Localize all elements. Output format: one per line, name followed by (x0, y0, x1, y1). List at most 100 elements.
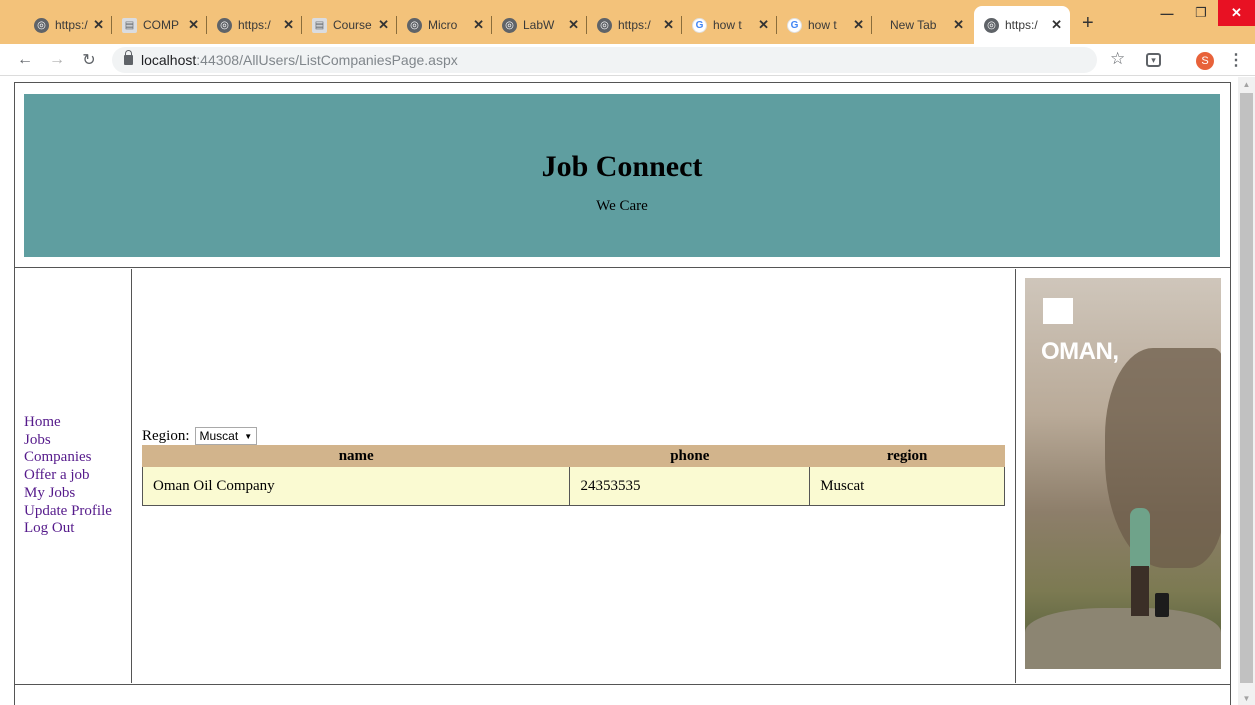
scroll-up-icon[interactable]: ▲ (1238, 77, 1255, 91)
profile-avatar[interactable]: S (1196, 52, 1214, 70)
region-label: Region: (142, 427, 190, 444)
window-close-icon[interactable]: ✕ (1218, 0, 1255, 26)
tab-label: https:/ (1005, 18, 1038, 32)
traveler-figure (1130, 508, 1150, 568)
globe-icon: ◎ (34, 17, 49, 33)
column-header-phone: phone (569, 445, 811, 467)
close-icon[interactable]: ✕ (568, 17, 579, 33)
browser-tab[interactable]: ◎ LabW ✕ (492, 6, 587, 44)
address-bar[interactable]: localhost:44308/AllUsers/ListCompaniesPa… (112, 47, 1097, 73)
nav-link-my-jobs[interactable]: My Jobs (24, 485, 112, 503)
browser-tab[interactable]: ◎ https:/ ✕ (207, 6, 302, 44)
tab-label: https:/ (55, 18, 88, 32)
scroll-thumb[interactable] (1240, 93, 1253, 683)
back-arrow-icon[interactable]: ← (14, 49, 36, 71)
column-header-region: region (809, 445, 1005, 467)
close-icon[interactable]: ✕ (758, 17, 769, 33)
browser-tab[interactable]: ◎ https:/ ✕ (587, 6, 682, 44)
close-icon[interactable]: ✕ (378, 17, 389, 33)
nav-link-update-profile[interactable]: Update Profile (24, 503, 112, 521)
forward-arrow-icon[interactable]: → (46, 49, 68, 71)
omantel-ad-image: OMAN, (1025, 278, 1221, 669)
close-icon[interactable]: ✕ (283, 17, 294, 33)
column-header-name: name (141, 445, 571, 467)
table-row: Oman Oil Company 24353535 Muscat (141, 466, 1005, 506)
web-page: Job Connect We Care Home Jobs Companies … (0, 77, 1238, 705)
globe-icon: ◎ (502, 17, 517, 33)
region-selected-value: Muscat (199, 429, 239, 443)
browser-tab-strip: ◎ https:/ ✕ ▤ COMP ✕ ◎ https:/ ✕ ▤ Cours… (0, 0, 1255, 44)
url-host: localhost (141, 52, 197, 68)
ad-headline: OMAN, (1041, 338, 1119, 365)
site-tagline: We Care (596, 198, 648, 214)
table-header-row: name phone region (141, 445, 1005, 467)
browser-tab[interactable]: ▤ COMP ✕ (112, 6, 207, 44)
globe-icon: ◎ (407, 17, 422, 33)
new-tab-icon[interactable]: + (1082, 12, 1094, 35)
close-icon[interactable]: ✕ (853, 17, 864, 33)
tab-label: how t (713, 18, 742, 32)
tab-label: how t (808, 18, 837, 32)
browser-tab[interactable]: G how t ✕ (777, 6, 872, 44)
main-content: Region: Muscat ▼ name phone region Oman … (133, 269, 1016, 683)
url-path: :44308/AllUsers/ListCompaniesPage.aspx (196, 52, 458, 68)
nav-cell: Home Jobs Companies Offer a job My Jobs … (15, 269, 132, 683)
restore-icon[interactable]: ❐ (1184, 0, 1218, 26)
cell-region: Muscat (809, 466, 1005, 506)
header-banner: Job Connect We Care (24, 94, 1220, 257)
nav-menu: Home Jobs Companies Offer a job My Jobs … (15, 414, 112, 539)
google-icon: G (787, 17, 802, 33)
tab-label: https:/ (618, 18, 651, 32)
header-cell: Job Connect We Care (15, 83, 1230, 268)
minimize-icon[interactable]: — (1150, 0, 1184, 26)
browser-tab[interactable]: ◎ Micro ✕ (397, 6, 492, 44)
pocket-icon[interactable]: ▾ (1146, 53, 1161, 67)
lock-icon (124, 50, 133, 65)
suitcase-icon (1155, 593, 1169, 617)
bookmark-star-icon[interactable]: ☆ (1110, 49, 1125, 69)
close-icon[interactable]: ✕ (473, 17, 484, 33)
tab-label: COMP (143, 18, 179, 32)
page-scrollbar[interactable]: ▲ ▼ (1238, 77, 1255, 705)
omantel-logo (1043, 298, 1073, 324)
region-dropdown[interactable]: Muscat ▼ (194, 427, 258, 445)
browser-tab[interactable]: New Tab ✕ (872, 6, 972, 44)
globe-icon: ◎ (597, 17, 612, 33)
nav-link-offer-a-job[interactable]: Offer a job (24, 467, 112, 485)
tab-label: Course (333, 18, 372, 32)
document-icon: ▤ (312, 17, 327, 33)
globe-icon: ◎ (217, 17, 232, 33)
close-icon[interactable]: ✕ (93, 17, 104, 33)
cell-company-name: Oman Oil Company (141, 466, 571, 506)
close-icon[interactable]: ✕ (1051, 17, 1062, 33)
menu-kebab-icon[interactable]: ⋮ (1228, 50, 1244, 70)
browser-tab[interactable]: ▤ Course ✕ (302, 6, 397, 44)
browser-tab[interactable]: ◎ https:/ ✕ (24, 6, 112, 44)
browser-toolbar: ← → ↻ localhost:44308/AllUsers/ListCompa… (0, 44, 1255, 76)
globe-icon: ◎ (984, 17, 999, 33)
chevron-down-icon: ▼ (244, 431, 253, 441)
tab-label: New Tab (890, 18, 937, 32)
ad-cell: OMAN, (1017, 269, 1230, 683)
browser-tab-active[interactable]: ◎ https:/ ✕ (974, 6, 1070, 44)
tab-label: Micro (428, 18, 458, 32)
tab-label: LabW (523, 18, 555, 32)
companies-table: name phone region Oman Oil Company 24353… (141, 445, 1005, 506)
site-title: Job Connect (541, 150, 703, 183)
nav-link-home[interactable]: Home (24, 414, 112, 432)
close-icon[interactable]: ✕ (953, 17, 964, 33)
browser-tab[interactable]: G how t ✕ (682, 6, 777, 44)
reload-icon[interactable]: ↻ (78, 49, 100, 71)
region-filter: Region: Muscat ▼ (142, 427, 258, 445)
close-icon[interactable]: ✕ (663, 17, 674, 33)
scroll-down-icon[interactable]: ▼ (1238, 691, 1255, 705)
tab-label: https:/ (238, 18, 271, 32)
nav-link-companies[interactable]: Companies (24, 449, 112, 467)
layout-table: Job Connect We Care Home Jobs Companies … (14, 82, 1231, 705)
google-icon: G (692, 17, 707, 33)
nav-link-log-out[interactable]: Log Out (24, 520, 112, 538)
document-icon: ▤ (122, 17, 137, 33)
nav-link-jobs[interactable]: Jobs (24, 432, 112, 450)
footer-cell (15, 684, 1230, 705)
close-icon[interactable]: ✕ (188, 17, 199, 33)
